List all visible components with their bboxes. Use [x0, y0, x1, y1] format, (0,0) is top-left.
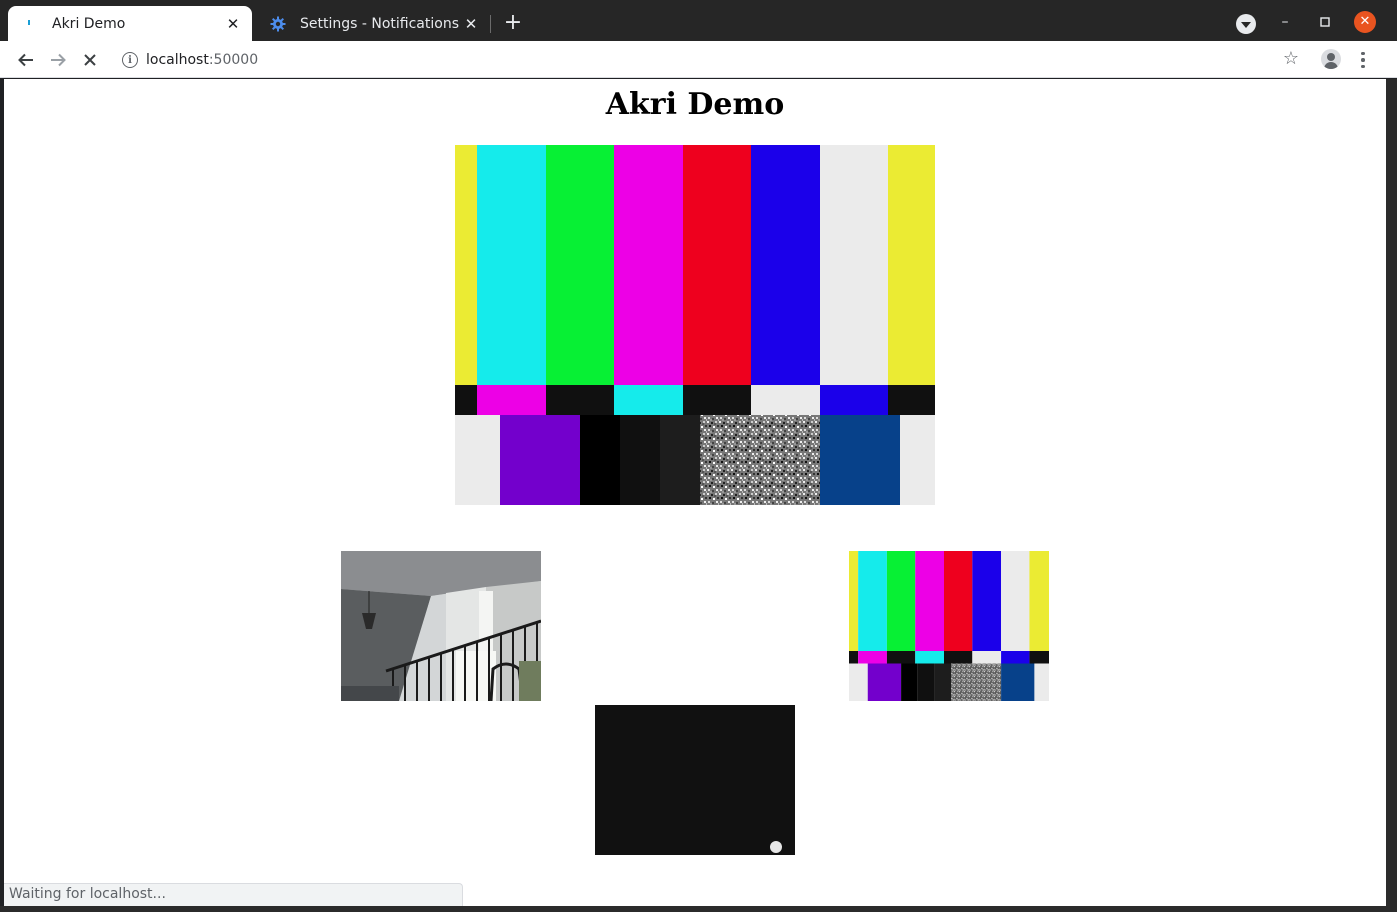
status-bubble: Waiting for localhost... — [4, 883, 463, 906]
camera-stream-1 — [341, 551, 541, 701]
tab-separator — [490, 15, 491, 33]
browser-window: Akri Demo ✕ Settings - Notifications ✕ +… — [0, 0, 1397, 912]
url-host: localhost — [146, 52, 209, 68]
camera-stream-3 — [595, 705, 795, 855]
tab-title: Akri Demo — [52, 15, 126, 32]
stop-loading-icon[interactable] — [77, 47, 103, 73]
url-text: localhost:50000 — [146, 52, 258, 68]
close-tab-icon[interactable]: ✕ — [224, 15, 242, 33]
tab-search-icon[interactable] — [1236, 14, 1256, 34]
browser-menu-icon[interactable] — [1357, 50, 1369, 70]
tab-akri-demo[interactable]: Akri Demo ✕ — [8, 6, 252, 41]
main-stream-frame — [455, 145, 935, 505]
browser-toolbar: i localhost:50000 ☆ — [0, 41, 1397, 78]
window-border — [0, 906, 1397, 912]
maximize-icon[interactable] — [1313, 10, 1337, 34]
page-favicon-icon — [22, 16, 38, 32]
window-border — [1386, 79, 1397, 912]
minimize-icon[interactable]: – — [1273, 10, 1297, 34]
page-content: Akri Demo — [4, 79, 1386, 906]
tab-settings-notifications[interactable]: Settings - Notifications ✕ — [256, 6, 490, 41]
close-tab-icon[interactable]: ✕ — [462, 15, 480, 33]
address-bar[interactable]: i localhost:50000 — [112, 45, 1309, 75]
camera-stream-2 — [849, 551, 1049, 701]
back-icon[interactable] — [13, 47, 39, 73]
page-title: Akri Demo — [605, 87, 785, 122]
bookmark-star-icon[interactable]: ☆ — [1281, 49, 1301, 69]
window-close-icon[interactable]: ✕ — [1354, 11, 1376, 33]
profile-avatar-icon[interactable] — [1321, 49, 1341, 69]
tab-title: Settings - Notifications — [300, 15, 459, 32]
url-port: :50000 — [208, 52, 259, 68]
forward-icon[interactable] — [45, 47, 71, 73]
tab-strip: Akri Demo ✕ Settings - Notifications ✕ +… — [0, 0, 1397, 41]
gear-icon — [270, 16, 286, 32]
new-tab-button[interactable]: + — [501, 12, 525, 36]
site-info-icon[interactable]: i — [122, 52, 138, 68]
